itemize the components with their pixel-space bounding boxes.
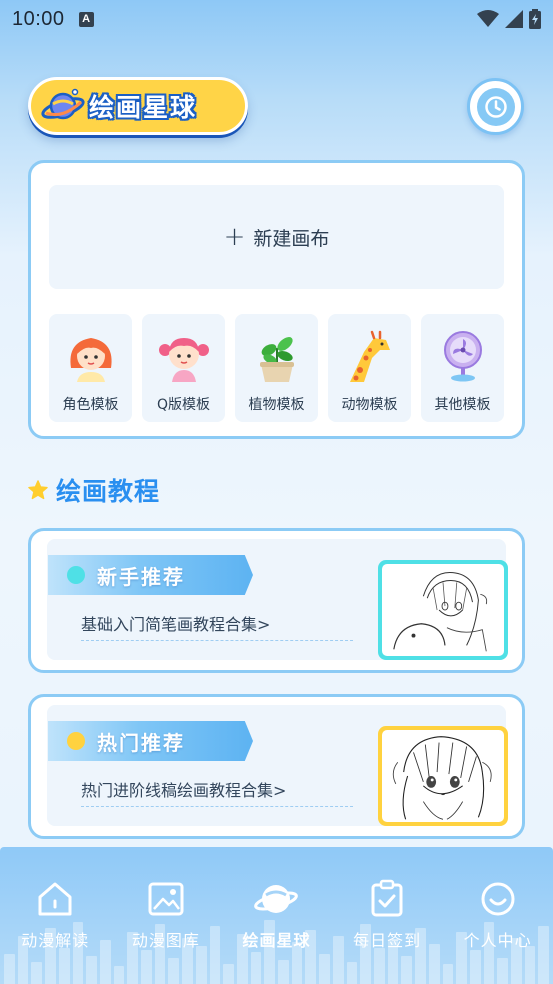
fan-icon [443, 331, 482, 382]
template-label: 植物模板 [248, 397, 305, 413]
gallery-icon [148, 882, 184, 916]
star-icon [28, 480, 48, 500]
card-title: 新手推荐 [97, 565, 185, 589]
history-button[interactable] [467, 78, 524, 135]
card-divider [81, 806, 353, 807]
chibi-girl-icon [158, 338, 209, 382]
battery-charging-icon [529, 9, 541, 29]
template-label: 动物模板 [341, 397, 398, 413]
template-animal[interactable]: 动物模板 [328, 314, 411, 422]
nav-item-daily-checkin[interactable]: 每日签到 [332, 877, 443, 957]
clock-icon [484, 95, 507, 118]
status-bar: 10:00 A [0, 0, 553, 38]
status-icons [477, 9, 541, 29]
card-body: 热门推荐 热门进阶线稿绘画教程合集> [47, 705, 508, 826]
nav-label: 个人中心 [463, 931, 532, 950]
template-label: Q版模板 [156, 397, 211, 413]
potted-plant-icon [259, 337, 294, 382]
card-title: 热门推荐 [97, 731, 185, 755]
template-label: 其他模板 [434, 397, 491, 413]
nav-label: 动漫解读 [21, 931, 90, 950]
character-girl-icon [69, 338, 112, 382]
template-chibi[interactable]: Q版模板 [142, 314, 225, 422]
card-description[interactable]: 热门进阶线稿绘画教程合集> [81, 777, 286, 801]
create-panel: + 新建画布 角色模板 Q版模板 植物模板 动物模板 其他模板 [28, 160, 525, 439]
nav-label: 动漫图库 [131, 931, 200, 950]
clipboard-check-icon [371, 879, 403, 917]
card-dot-icon [67, 566, 85, 584]
notification-app-icon: A [78, 11, 94, 27]
card-thumbnail[interactable] [378, 560, 508, 660]
card-dot-icon [67, 732, 85, 750]
nav-label: 绘画星球 [242, 931, 311, 950]
anime-sketch-thumbnail [384, 566, 502, 654]
nav-label: 每日签到 [353, 931, 422, 950]
tutorial-card-popular[interactable]: 热门推荐 热门进阶线稿绘画教程合集> [28, 694, 525, 839]
status-time: 10:00 [12, 7, 65, 30]
nav-item-anime-explain[interactable]: 动漫解读 [0, 877, 111, 957]
card-divider [81, 640, 353, 641]
anime-lineart-thumbnail [384, 732, 502, 820]
nav-bar: 动漫解读 动漫图库 绘画星球 每日签到 个人中心 [0, 877, 553, 957]
plus-icon: + [223, 222, 246, 252]
planet-icon [41, 86, 85, 126]
smile-icon [481, 882, 515, 916]
app-title: 绘画星球 [89, 93, 198, 122]
nav-item-drawing-planet[interactable]: 绘画星球 [221, 877, 332, 957]
giraffe-icon [349, 330, 390, 382]
template-character[interactable]: 角色模板 [49, 314, 132, 422]
template-plant[interactable]: 植物模板 [235, 314, 318, 422]
signal-icon [505, 10, 523, 28]
home-icon [38, 882, 72, 916]
template-other[interactable]: 其他模板 [421, 314, 504, 422]
app-logo: 绘画星球 [28, 77, 248, 135]
section-title-text: 绘画教程 [56, 477, 161, 506]
bottom-navigation: 动漫解读 动漫图库 绘画星球 每日签到 个人中心 [0, 847, 553, 984]
nav-item-profile[interactable]: 个人中心 [442, 877, 553, 957]
card-body: 新手推荐 基础入门简笔画教程合集> [47, 539, 508, 660]
planet-icon [254, 885, 299, 913]
tutorial-section-title: 绘画教程 [28, 472, 160, 508]
template-label: 角色模板 [62, 397, 119, 413]
tutorial-card-beginner[interactable]: 新手推荐 基础入门简笔画教程合集> [28, 528, 525, 673]
template-list: 角色模板 Q版模板 植物模板 动物模板 其他模板 [49, 314, 504, 422]
new-canvas-button[interactable]: + 新建画布 [49, 185, 504, 289]
new-canvas-label: 新建画布 [253, 227, 330, 250]
card-thumbnail[interactable] [378, 726, 508, 826]
card-description[interactable]: 基础入门简笔画教程合集> [81, 611, 270, 635]
nav-item-anime-gallery[interactable]: 动漫图库 [111, 877, 222, 957]
wifi-icon [477, 10, 499, 27]
